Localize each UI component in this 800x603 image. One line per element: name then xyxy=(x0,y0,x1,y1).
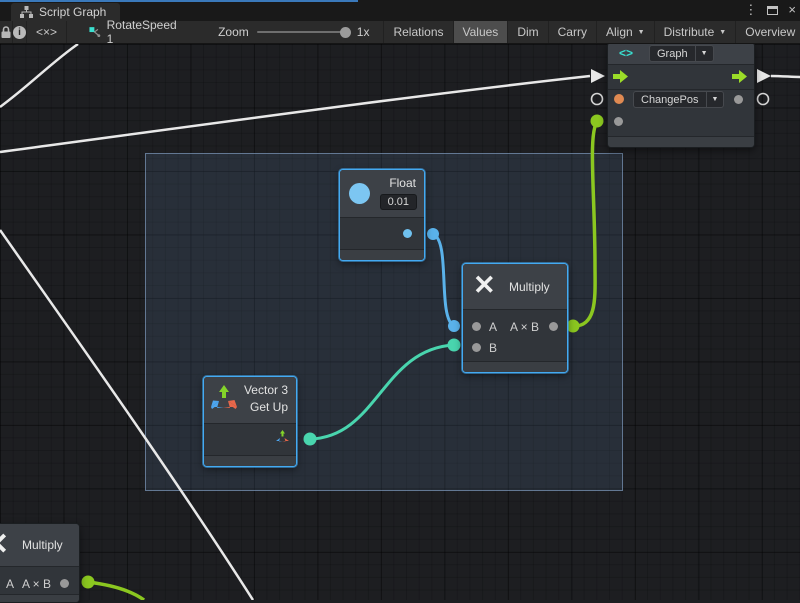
info-button[interactable]: i xyxy=(13,21,27,43)
code-view-button[interactable]: <×> xyxy=(27,21,67,43)
code-view-icon: <×> xyxy=(36,25,57,39)
node-multiply-2[interactable]: ✕ Multiply A A × B xyxy=(0,523,80,603)
graph-toolbar: i <×> RotateSpeed 1 Zoom 1x Relations Va… xyxy=(0,21,800,44)
node-graph-unit[interactable]: <> Graph ▼ ChangePos ▼ xyxy=(607,42,755,148)
breadcrumb[interactable]: RotateSpeed 1 xyxy=(67,21,190,43)
node-multiply[interactable]: ✕ Multiply A A × B B xyxy=(462,263,568,373)
graph-node-footer xyxy=(608,136,754,147)
vector3-node-header[interactable]: Vector 3 Get Up xyxy=(204,377,296,424)
changepos-dropdown[interactable]: ChangePos ▼ xyxy=(633,91,724,108)
close-icon[interactable]: × xyxy=(788,2,796,18)
multiply2-title: Multiply xyxy=(22,538,63,552)
info-icon: i xyxy=(13,26,26,39)
unity-script-graph-window: { "window": { "tab_label": "Script Graph… xyxy=(0,0,800,600)
graph-node-header[interactable]: <> Graph ▼ xyxy=(608,43,754,65)
vector3-node-footer xyxy=(204,455,296,466)
multiply-a-port[interactable] xyxy=(472,322,481,331)
multiply-icon: ✕ xyxy=(473,270,496,301)
float-title: Float xyxy=(389,176,416,190)
node-float[interactable]: Float 0.01 xyxy=(339,169,425,261)
align-label: Align xyxy=(606,25,633,39)
float-output-port[interactable] xyxy=(403,229,412,238)
multiply-result-label: A × B xyxy=(510,320,539,334)
zoom-label: Zoom xyxy=(218,25,249,39)
window-menu-icon[interactable]: ⋮ xyxy=(744,2,757,18)
zoom-slider-handle[interactable] xyxy=(340,27,351,38)
row-divider xyxy=(608,89,754,90)
zoom-control: Zoom 1x xyxy=(190,21,384,43)
vector3-mini-icon[interactable] xyxy=(275,430,290,445)
graph-extra-input-port[interactable] xyxy=(614,117,623,126)
node-vector3-getup[interactable]: Vector 3 Get Up xyxy=(203,376,297,467)
float-node-footer xyxy=(340,249,424,260)
distribute-dropdown[interactable]: Distribute ▼ xyxy=(655,21,737,43)
changepos-input-port[interactable] xyxy=(614,94,624,104)
multiply-node-header[interactable]: ✕ Multiply xyxy=(463,264,567,310)
focus-accent-line xyxy=(0,0,358,2)
chevron-down-icon: ▼ xyxy=(719,29,726,36)
changepos-label: ChangePos xyxy=(634,94,706,106)
chevron-down-icon: ▼ xyxy=(638,29,645,36)
values-button[interactable]: Values xyxy=(454,21,509,43)
getup-title: Get Up xyxy=(250,400,288,414)
dim-label: Dim xyxy=(517,25,538,39)
code-brackets-icon: <> xyxy=(619,46,633,60)
lock-button[interactable] xyxy=(0,21,13,43)
carry-label: Carry xyxy=(558,25,587,39)
zoom-slider[interactable] xyxy=(257,31,349,33)
chevron-down-icon: ▼ xyxy=(706,92,724,107)
chevron-down-icon: ▼ xyxy=(695,46,713,61)
distribute-label: Distribute xyxy=(664,25,715,39)
graph-tab-icon xyxy=(20,6,33,18)
multiply2-node-footer xyxy=(0,594,79,602)
multiply-node-footer xyxy=(463,361,567,372)
relations-button[interactable]: Relations xyxy=(384,21,453,43)
float-value-field[interactable]: 0.01 xyxy=(380,194,417,210)
float-type-icon xyxy=(349,183,370,204)
graph-output-port[interactable] xyxy=(734,95,743,104)
window-controls: ⋮ × xyxy=(744,2,796,18)
multiply-b-port[interactable] xyxy=(472,343,481,352)
multiply-result-port[interactable] xyxy=(549,322,558,331)
multiply-a-label: A xyxy=(489,320,497,334)
multiply-title: Multiply xyxy=(509,280,550,294)
graph-breadcrumb-icon xyxy=(89,26,101,39)
carry-button[interactable]: Carry xyxy=(549,21,597,43)
float-node-header[interactable]: Float 0.01 xyxy=(340,170,424,218)
lock-icon xyxy=(0,25,12,39)
align-dropdown[interactable]: Align ▼ xyxy=(597,21,655,43)
overview-label: Overview xyxy=(745,25,795,39)
maximize-icon[interactable] xyxy=(767,6,778,15)
flow-output-port-icon[interactable] xyxy=(732,70,748,83)
vector3-icon xyxy=(210,385,238,415)
relations-label: Relations xyxy=(393,25,443,39)
graph-header-label: Graph xyxy=(650,48,695,60)
multiply2-result-label: A × B xyxy=(22,577,51,591)
overview-button[interactable]: Overview xyxy=(736,21,800,43)
vector3-title: Vector 3 xyxy=(244,383,288,397)
multiply2-node-header[interactable]: ✕ Multiply xyxy=(0,524,79,567)
multiply-icon: ✕ xyxy=(0,527,9,562)
flow-input-port-icon[interactable] xyxy=(613,70,629,83)
tab-label: Script Graph xyxy=(39,5,106,19)
multiply2-result-port[interactable] xyxy=(60,579,69,588)
values-label: Values xyxy=(463,25,499,39)
graph-header-dropdown[interactable]: Graph ▼ xyxy=(649,45,714,62)
multiply-b-label: B xyxy=(489,341,497,355)
breadcrumb-label: RotateSpeed 1 xyxy=(107,18,178,46)
dim-button[interactable]: Dim xyxy=(508,21,548,43)
tab-script-graph[interactable]: Script Graph xyxy=(11,3,120,21)
zoom-value: 1x xyxy=(357,25,370,39)
multiply2-a-label: A xyxy=(6,577,14,591)
